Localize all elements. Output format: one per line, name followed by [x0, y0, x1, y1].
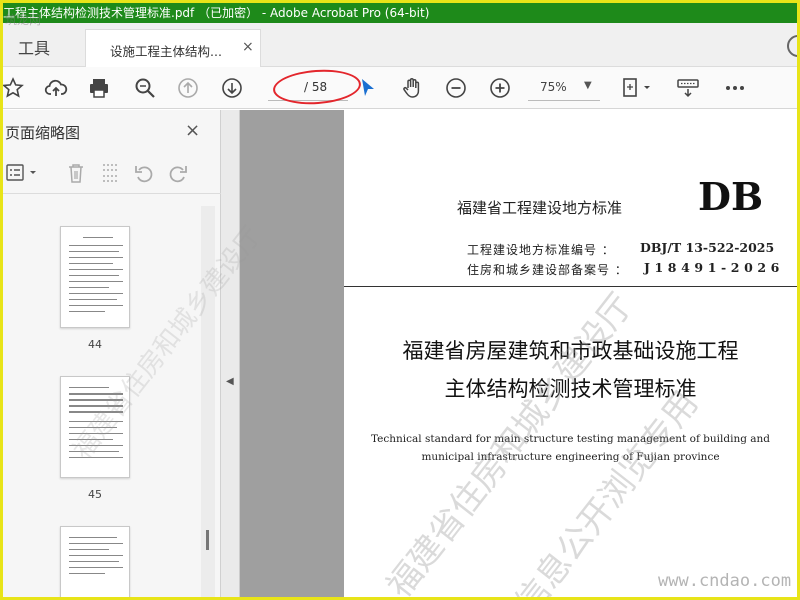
insert-page-icon[interactable] [99, 162, 121, 184]
fit-page-icon[interactable] [620, 76, 656, 100]
acrobat-window: 工程主体结构检测技术管理标准.pdf （已加密） - Adobe Acrobat… [3, 3, 797, 597]
english-title-line-1: Technical standard for main structure te… [370, 433, 771, 445]
document-background [240, 110, 344, 597]
zoom-search-icon[interactable] [133, 76, 157, 100]
arrow-down-circle-icon[interactable] [220, 76, 244, 100]
zoom-out-icon[interactable] [444, 76, 468, 100]
more-icon[interactable] [723, 76, 747, 100]
code-value: DBJ/T 13-522-2025 [640, 240, 775, 255]
pdf-page: 福建省工程建设地方标准 DB 工程建设地方标准编号 ： DBJ/T 13-522… [344, 110, 797, 597]
rotate-cw-icon[interactable] [167, 162, 189, 184]
cursor-icon[interactable] [356, 76, 380, 100]
collapse-arrow-icon[interactable]: ◀ [226, 376, 234, 387]
print-icon[interactable] [87, 76, 111, 100]
zoom-value: 75% [540, 80, 567, 94]
hand-icon[interactable] [400, 76, 424, 100]
thumbnail-label: 45 [88, 488, 102, 501]
panel-title: 页面缩略图 [5, 124, 81, 142]
zoom-in-icon[interactable] [488, 76, 512, 100]
thumbnail-list: 44 45 [3, 198, 221, 597]
document-tab[interactable]: 设施工程主体结构... × [85, 29, 261, 67]
trash-icon[interactable] [65, 162, 87, 184]
page-thumbnails-panel: 页面缩略图 × 44 45 [3, 110, 221, 597]
arrow-up-circle-icon[interactable] [176, 76, 200, 100]
page-thumbnail[interactable] [60, 526, 130, 597]
keyboard-icon[interactable] [676, 76, 700, 100]
main-toolbar: / 58 75% ▼ [3, 66, 797, 109]
scrollbar-thumb[interactable] [206, 530, 209, 550]
cloud-upload-icon[interactable] [44, 76, 68, 100]
record-label: 住房和城乡建设部备案号 ： [467, 263, 628, 277]
db-mark: DB [698, 174, 764, 219]
code-label: 工程建设地方标准编号 ： [467, 243, 615, 257]
close-panel-icon[interactable]: × [185, 120, 200, 141]
window-title: 工程主体结构检测技术管理标准.pdf （已加密） - Adobe Acrobat… [3, 6, 430, 20]
watermark-logo: 筑龙网 [5, 13, 42, 27]
panel-splitter[interactable]: ◀ [221, 110, 240, 597]
thumbnail-options-icon[interactable] [5, 162, 41, 184]
tab-bar: 工具 设施工程主体结构... × [3, 23, 797, 67]
document-tab-label: 设施工程主体结构... [110, 44, 222, 59]
star-icon[interactable] [3, 76, 25, 100]
thumbnail-label: 44 [88, 338, 102, 351]
zoom-dropdown[interactable]: 75% ▼ [528, 75, 600, 101]
highlight-annotation-oval [271, 66, 363, 108]
standard-category: 福建省工程建设地方标准 [457, 199, 623, 217]
title-bar: 工程主体结构检测技术管理标准.pdf （已加密） - Adobe Acrobat… [3, 3, 797, 23]
page-thumbnail[interactable] [60, 376, 130, 478]
site-watermark: www.cndao.com [658, 571, 792, 591]
chevron-down-icon: ▼ [584, 80, 592, 91]
english-title-line-2: municipal infrastructure engineering of … [421, 451, 720, 463]
thumbnail-toolbar [3, 154, 221, 194]
rotate-ccw-icon[interactable] [133, 162, 155, 184]
chinese-title-line-2: 主体结构检测技术管理标准 [444, 377, 697, 401]
help-icon[interactable] [787, 35, 797, 57]
page-thumbnail[interactable] [60, 226, 130, 328]
tools-tab[interactable]: 工具 [18, 35, 50, 59]
record-value: J18491-2026 [644, 260, 784, 275]
chinese-title-line-1: 福建省房屋建筑和市政基础设施工程 [402, 339, 739, 363]
close-tab-icon[interactable]: × [242, 39, 254, 55]
divider [344, 286, 797, 287]
